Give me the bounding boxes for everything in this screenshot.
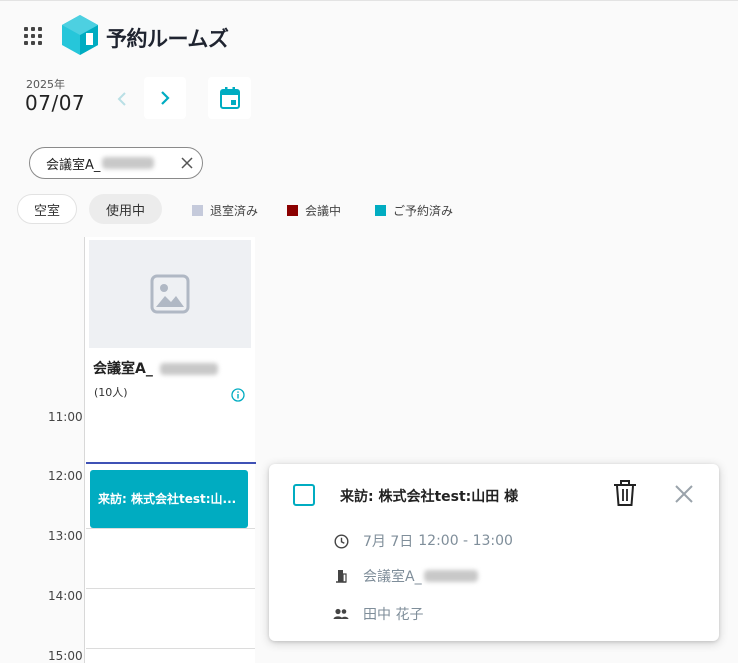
- legend-item-in-meeting: 会議中: [287, 202, 341, 219]
- room-info-icon[interactable]: [231, 387, 245, 402]
- legend-item-checked-out: 退室済み: [192, 202, 258, 219]
- app-logo-icon: [60, 13, 100, 57]
- room-capacity: (10人): [94, 386, 128, 399]
- time-label: 14:00: [48, 589, 83, 603]
- legend-swatch: [287, 205, 298, 216]
- event-title: 来訪: 株式会社test:山田 様: [340, 489, 519, 505]
- redacted-text: [423, 570, 478, 582]
- legend-item-reserved: ご予約済み: [375, 202, 453, 219]
- next-day-button[interactable]: [144, 77, 186, 119]
- clock-icon: [333, 533, 349, 549]
- apps-dot: [31, 41, 35, 45]
- chevron-left-icon: [117, 92, 126, 106]
- vacant-filter-button[interactable]: 空室: [17, 194, 77, 224]
- hour-gridline: [86, 528, 255, 529]
- apps-dot: [31, 34, 35, 38]
- apps-menu-button[interactable]: [20, 23, 46, 49]
- legend-label: 退室済み: [210, 204, 259, 218]
- apps-dot: [24, 41, 28, 45]
- time-label: 11:00: [48, 410, 83, 424]
- apps-dot: [24, 34, 28, 38]
- room-filter-label: 会議室A_: [46, 157, 101, 173]
- apps-dot: [31, 27, 35, 31]
- event-attendee: 田中 花子: [363, 607, 424, 623]
- current-date: 07/07: [25, 91, 86, 115]
- apps-dot: [38, 27, 42, 31]
- room-name: 会議室A_: [93, 358, 218, 378]
- event-select-checkbox[interactable]: [293, 484, 315, 506]
- event-room: 会議室A_: [363, 569, 422, 585]
- close-icon: [181, 157, 193, 169]
- legend-label: ご予約済み: [393, 204, 454, 218]
- in-use-filter-button[interactable]: 使用中: [89, 194, 162, 224]
- event-attendee-row: 田中 花子: [333, 604, 423, 624]
- event-time-range: 12:00 - 13:00: [418, 533, 513, 549]
- event-time-row: 7月 7日 12:00 - 13:00: [333, 531, 513, 551]
- current-year: 2025年: [26, 78, 65, 91]
- app-brand-name: 予約ルームズ: [106, 27, 229, 51]
- hour-gridline: [86, 588, 255, 589]
- hour-gridline: [86, 648, 255, 649]
- apps-dot: [24, 27, 28, 31]
- time-label: 12:00: [48, 469, 83, 483]
- reservation-event[interactable]: 来訪: 株式会社test:山...: [90, 470, 248, 528]
- room-image-placeholder: [89, 240, 251, 348]
- legend-label: 会議中: [305, 204, 342, 218]
- door-icon: [333, 568, 349, 584]
- event-date: 7月 7日: [363, 534, 414, 550]
- legend-swatch: [375, 205, 386, 216]
- current-time-indicator: [86, 462, 256, 464]
- close-icon: [675, 485, 693, 503]
- event-room-row: 会議室A_: [333, 566, 478, 586]
- redacted-text: [102, 157, 155, 169]
- delete-event-button[interactable]: [613, 479, 637, 507]
- previous-day-button[interactable]: [108, 81, 136, 117]
- close-popup-button[interactable]: [674, 484, 696, 506]
- image-icon: [150, 274, 190, 314]
- trash-icon: [614, 480, 636, 506]
- room-name-text: 会議室A_: [93, 361, 153, 377]
- calendar-icon: [219, 87, 240, 109]
- apps-dot: [38, 41, 42, 45]
- time-label: 15:00: [48, 649, 83, 663]
- calendar-picker-button[interactable]: [208, 77, 251, 119]
- people-icon: [333, 606, 349, 622]
- legend-swatch: [192, 205, 203, 216]
- event-detail-popup: 来訪: 株式会社test:山田 様 7月 7日 12:00 - 13:00 会議…: [269, 464, 719, 641]
- redacted-text: [159, 363, 218, 375]
- time-label: 13:00: [48, 529, 83, 543]
- chevron-right-icon: [161, 91, 170, 105]
- apps-dot: [38, 34, 42, 38]
- remove-filter-button[interactable]: [177, 153, 197, 173]
